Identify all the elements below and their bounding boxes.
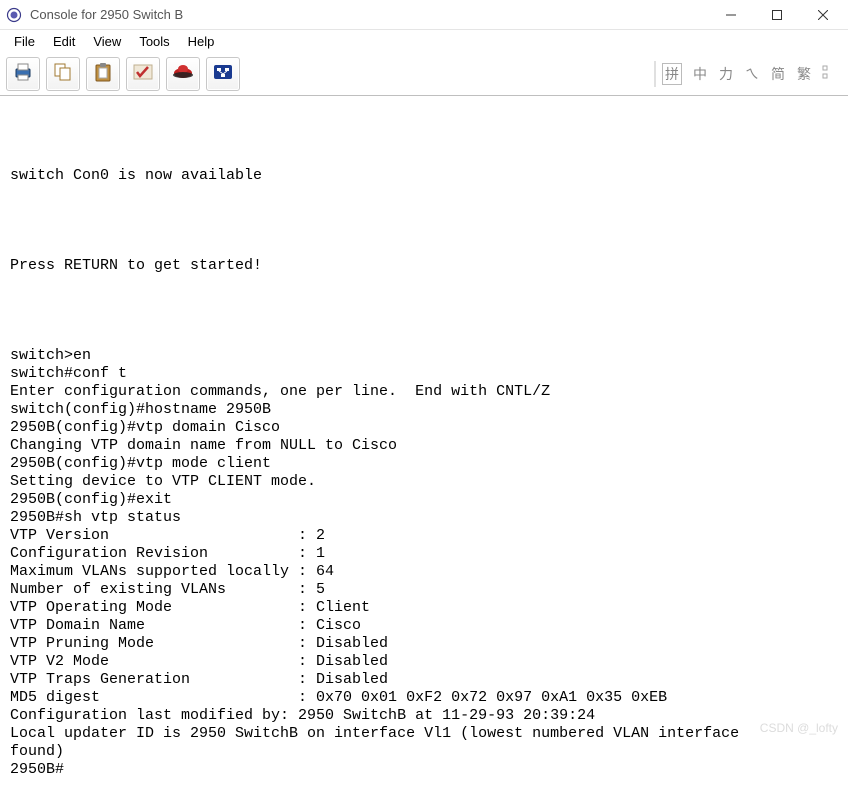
- console-output[interactable]: switch Con0 is now available Press RETUR…: [0, 111, 848, 789]
- network-button[interactable]: [206, 57, 240, 91]
- ime-power-icon[interactable]: 力: [718, 64, 734, 84]
- minimize-button[interactable]: [708, 0, 754, 30]
- toolbar-left: [6, 57, 240, 91]
- ime-pinyin-icon[interactable]: 拼: [662, 63, 682, 85]
- print-icon: [11, 60, 35, 87]
- menubar: File Edit View Tools Help: [0, 30, 848, 52]
- window-title: Console for 2950 Switch B: [30, 7, 708, 22]
- toolbar: 拼 中 力 ㄟ 简 繁: [0, 52, 848, 96]
- menu-help[interactable]: Help: [180, 33, 223, 50]
- menu-view[interactable]: View: [85, 33, 129, 50]
- menu-file[interactable]: File: [6, 33, 43, 50]
- ime-simplified-icon[interactable]: 简: [770, 64, 786, 84]
- ime-lang-icon[interactable]: 中: [692, 64, 708, 84]
- ime-traditional-icon[interactable]: 繁: [796, 64, 812, 84]
- ime-symbol-icon[interactable]: ㄟ: [744, 64, 760, 84]
- network-icon: [211, 60, 235, 87]
- redhat-button[interactable]: [166, 57, 200, 91]
- copy-icon: [51, 60, 75, 87]
- redhat-icon: [171, 60, 195, 87]
- grade-button[interactable]: [126, 57, 160, 91]
- maximize-button[interactable]: [754, 0, 800, 30]
- copy-button[interactable]: [46, 57, 80, 91]
- menu-tools[interactable]: Tools: [131, 33, 177, 50]
- menu-edit[interactable]: Edit: [45, 33, 83, 50]
- ime-toolbar[interactable]: 拼 中 力 ㄟ 简 繁: [654, 61, 842, 87]
- watermark: CSDN @_lofty: [760, 721, 838, 735]
- app-icon: [6, 7, 22, 23]
- ime-options-icon[interactable]: [822, 65, 836, 82]
- print-button[interactable]: [6, 57, 40, 91]
- paste-icon: [91, 60, 115, 87]
- grade-icon: [131, 60, 155, 87]
- close-button[interactable]: [800, 0, 846, 30]
- titlebar: Console for 2950 Switch B: [0, 0, 848, 30]
- paste-button[interactable]: [86, 57, 120, 91]
